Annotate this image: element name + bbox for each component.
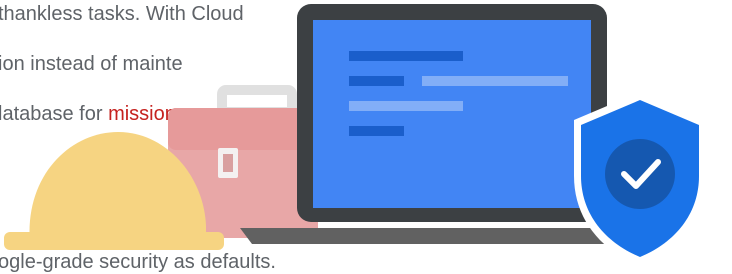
cloud-security-illustration: [4, 4, 706, 266]
